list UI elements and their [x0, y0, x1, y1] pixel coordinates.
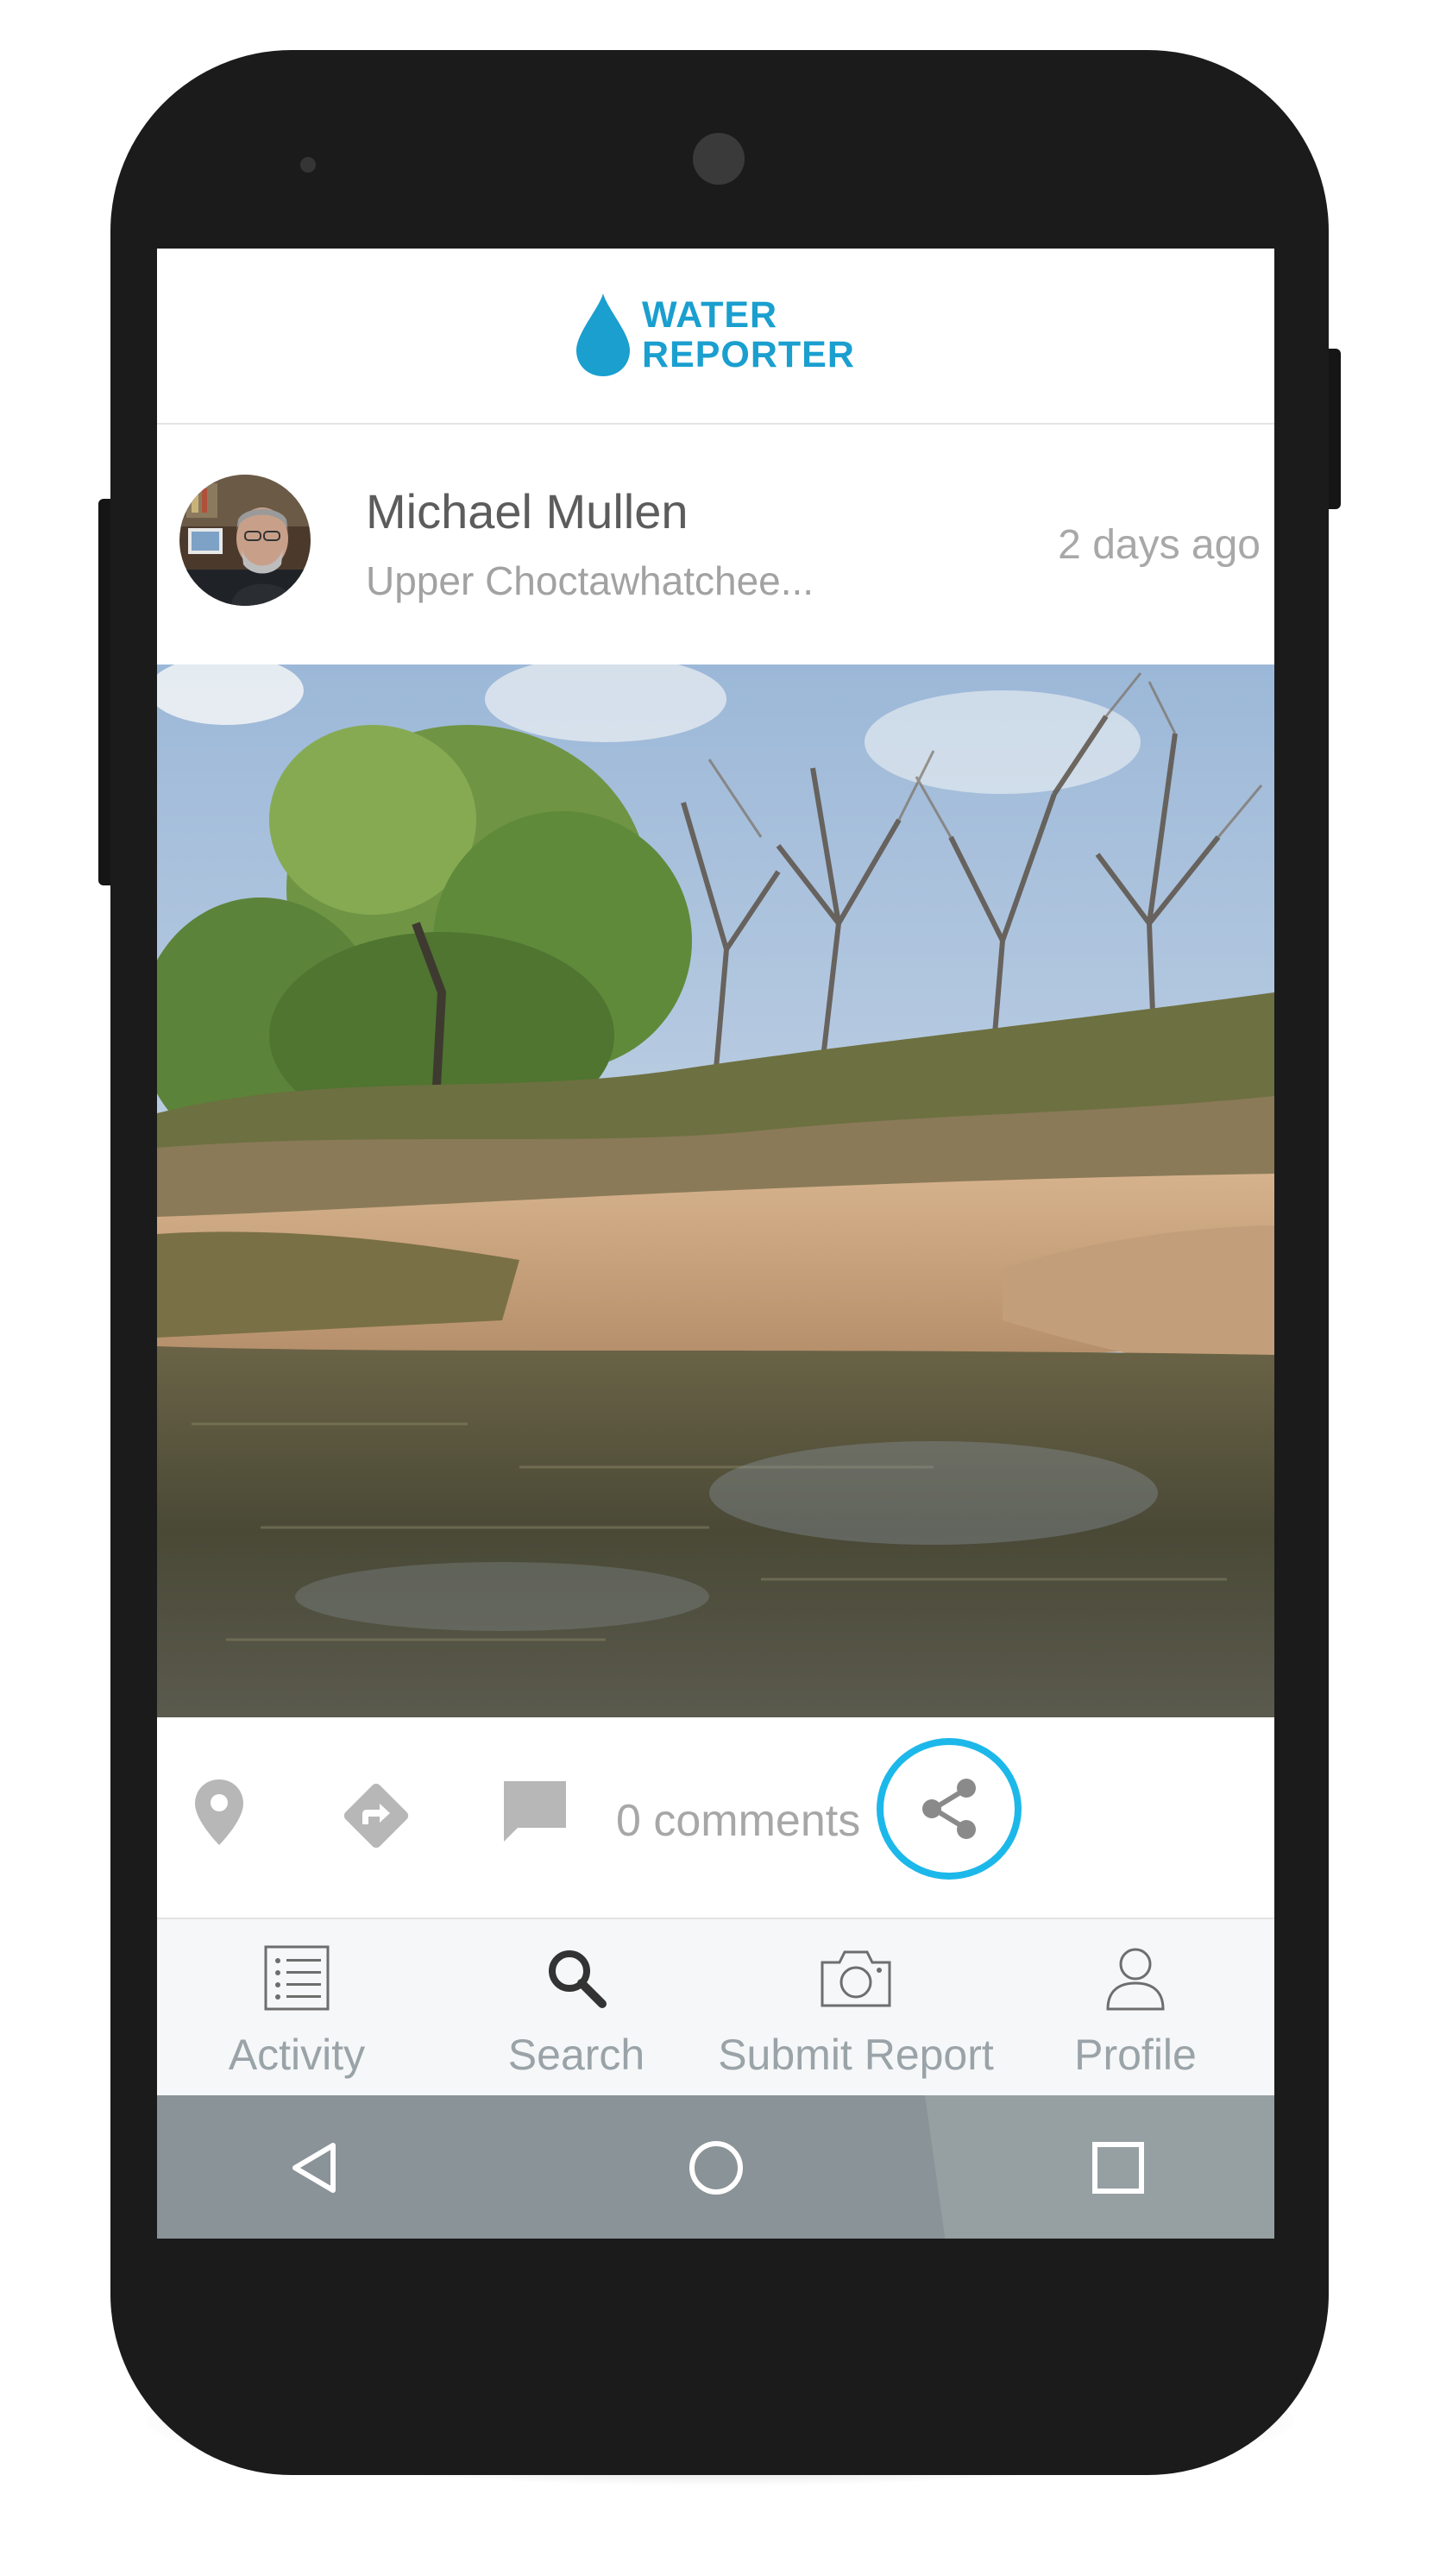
author-name[interactable]: Michael Mullen [366, 483, 689, 539]
app-header: WATER REPORTER [157, 249, 1274, 425]
river-sandbar-photo[interactable] [157, 664, 1274, 1717]
avatar[interactable] [179, 475, 311, 606]
tab-submit-report-label: Submit Report [718, 2031, 994, 2079]
phone-screen: WATER REPORTER Michael Mullen Upper Choc… [157, 249, 1274, 2239]
post-actions: 0 comments [157, 1717, 1274, 1919]
home-icon[interactable] [687, 2138, 745, 2197]
water-reporter-logo: WATER REPORTER [573, 290, 866, 380]
bottom-tab-bar: Activity Search Submit Report Profile [157, 1919, 1274, 2095]
back-icon[interactable] [286, 2140, 342, 2195]
comments-count[interactable]: 0 comments [616, 1795, 860, 1847]
post-photo-image [157, 664, 1274, 1717]
speaker-dot [300, 157, 316, 173]
tab-activity[interactable]: Activity [157, 1919, 437, 2095]
directions-icon[interactable] [340, 1779, 412, 1852]
tab-profile-label: Profile [1074, 2031, 1197, 2079]
logo-text-reporter: REPORTER [642, 334, 855, 375]
activity-list-icon [264, 1945, 330, 2011]
post-timestamp: 2 days ago [1058, 522, 1261, 568]
recents-icon[interactable] [1091, 2140, 1146, 2195]
tab-profile[interactable]: Profile [996, 1919, 1274, 2095]
water-drop-icon [576, 293, 630, 376]
comment-icon[interactable] [500, 1778, 569, 1847]
location-pin-icon[interactable] [193, 1778, 245, 1847]
profile-icon [1106, 1948, 1165, 2011]
stage: WATER REPORTER Michael Mullen Upper Choc… [0, 0, 1440, 2576]
share-highlight-ring [877, 1738, 1022, 1880]
front-camera [693, 133, 745, 185]
post-location[interactable]: Upper Choctawhatchee... [366, 557, 814, 604]
tab-submit-report[interactable]: Submit Report [716, 1919, 996, 2095]
avatar-photo [179, 475, 311, 606]
camera-icon [821, 1950, 891, 2007]
tab-search[interactable]: Search [437, 1919, 716, 2095]
logo-text-water: WATER [642, 294, 778, 336]
post-header: Michael Mullen Upper Choctawhatchee... 2… [157, 425, 1274, 664]
tab-search-label: Search [507, 2031, 645, 2079]
search-icon [549, 1950, 607, 2008]
tab-activity-label: Activity [228, 2031, 366, 2079]
android-navigation-bar [157, 2095, 1274, 2239]
